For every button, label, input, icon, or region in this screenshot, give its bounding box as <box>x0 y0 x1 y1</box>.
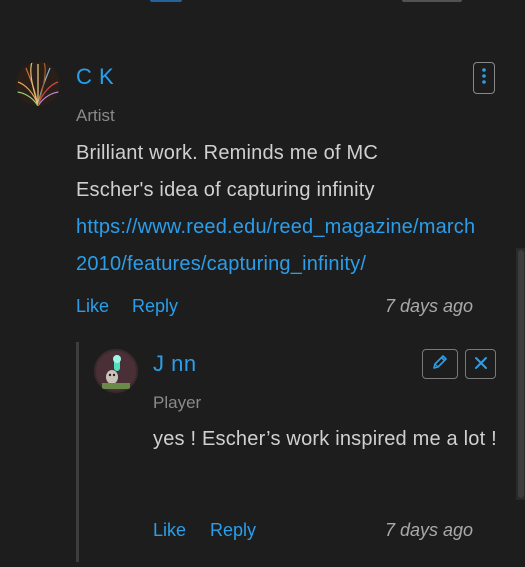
comment-author[interactable]: C K <box>76 64 114 90</box>
avatar-image <box>16 62 60 106</box>
reply-author-role: Player <box>153 393 202 412</box>
reply-author[interactable]: J nn <box>153 351 197 377</box>
reply-thread-line <box>76 342 79 562</box>
reply-timestamp: 7 days ago <box>385 520 474 540</box>
avatar-image <box>94 349 138 393</box>
pencil-icon <box>431 353 449 375</box>
avatar[interactable] <box>16 62 60 106</box>
reply-button[interactable]: Reply <box>132 296 178 317</box>
comment-timestamp: 7 days ago <box>385 296 474 316</box>
comment-author-role: Artist <box>76 106 115 125</box>
kebab-menu-icon <box>482 68 486 88</box>
delete-button[interactable] <box>465 349 496 379</box>
comment-menu-button[interactable] <box>473 62 495 94</box>
comment-text: Brilliant work. Reminds me of MC Escher'… <box>76 142 379 201</box>
reply-text: yes ! Escher’s work inspired me a lot ! <box>153 428 497 450</box>
clipped-link <box>150 0 182 2</box>
clipped-timestamp <box>402 0 462 2</box>
close-icon <box>474 355 488 374</box>
edit-button[interactable] <box>422 349 458 379</box>
like-button[interactable]: Like <box>76 296 109 317</box>
scrollbar-thumb[interactable] <box>518 250 524 498</box>
avatar[interactable] <box>94 349 138 393</box>
like-button[interactable]: Like <box>153 520 186 541</box>
reply-button[interactable]: Reply <box>210 520 256 541</box>
previous-comment-clipped <box>0 0 525 6</box>
comment-link[interactable]: https://www.reed.edu/reed_magazine/march… <box>76 209 486 283</box>
